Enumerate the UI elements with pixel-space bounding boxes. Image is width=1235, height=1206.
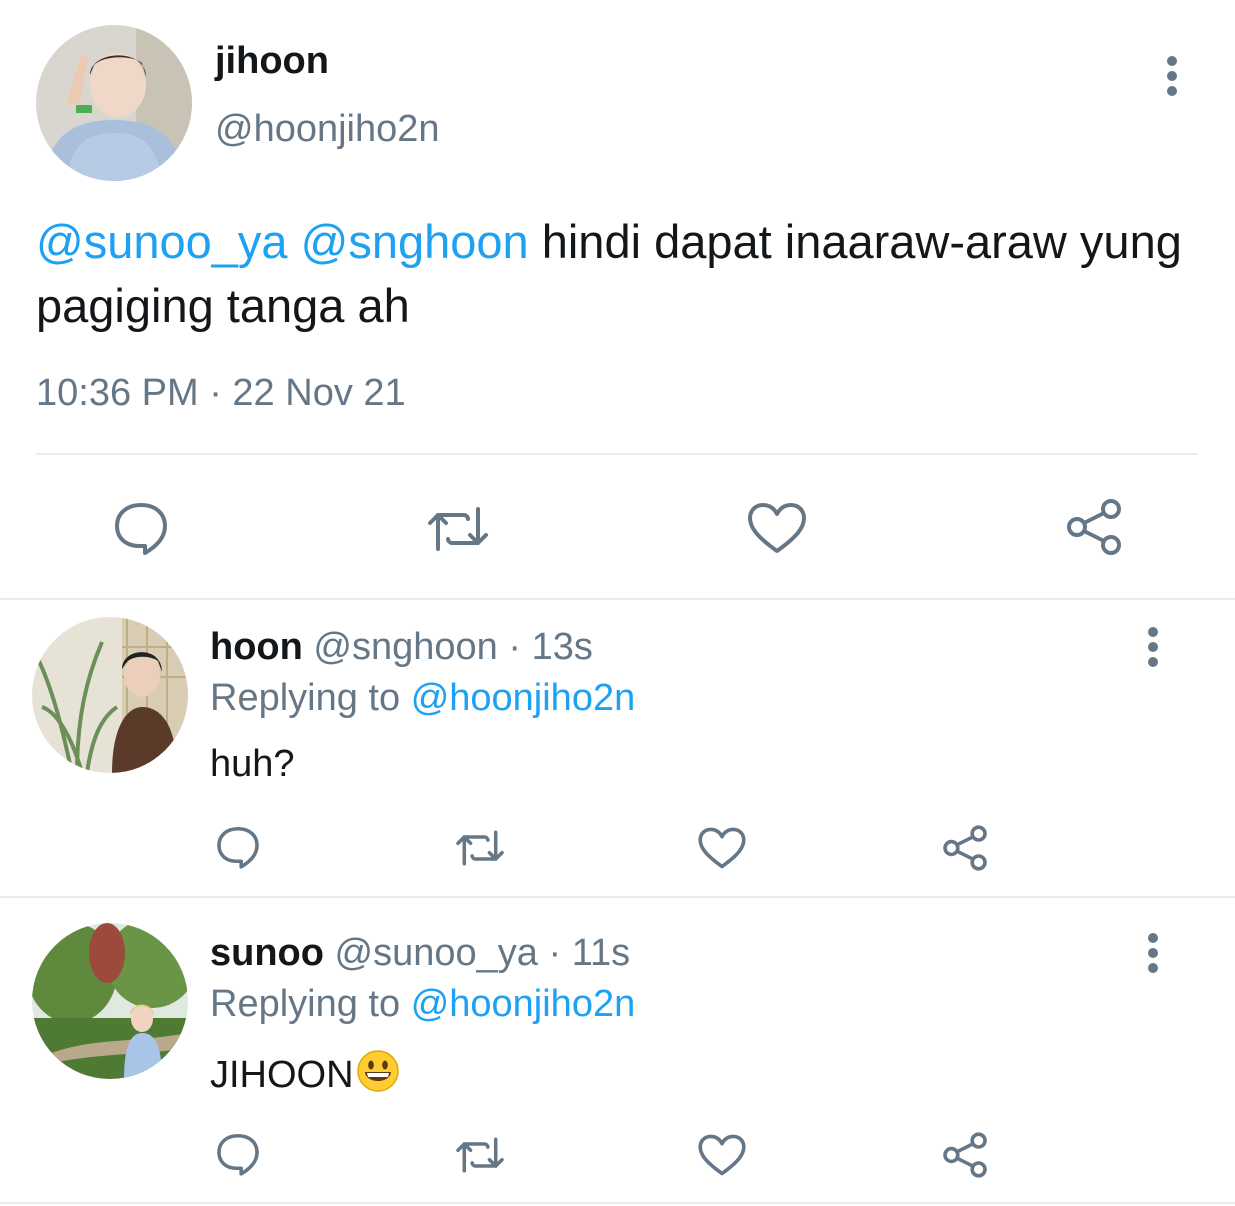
author-name[interactable]: sunoo: [210, 932, 324, 974]
divider: [0, 1202, 1235, 1204]
avatar[interactable]: [32, 617, 188, 773]
reply-text: JIHOON: [210, 1049, 400, 1103]
mention-link[interactable]: @hoonjiho2n: [411, 677, 636, 719]
heart-icon[interactable]: [697, 826, 747, 870]
reply-time[interactable]: · 11s: [549, 932, 631, 974]
share-icon[interactable]: [940, 1130, 990, 1180]
replying-to: Replying to @hoonjiho2n: [210, 983, 635, 1026]
author-handle[interactable]: @hoonjiho2n: [215, 108, 440, 151]
tweet-timestamp[interactable]: 10:36 PM · 22 Nov 21: [36, 372, 406, 415]
author-name[interactable]: hoon: [210, 626, 303, 668]
more-options-icon[interactable]: [1133, 930, 1173, 976]
comment-icon[interactable]: [213, 1130, 263, 1178]
reply-body: JIHOON: [210, 1054, 354, 1096]
more-options-icon[interactable]: [1152, 52, 1192, 100]
mention-link[interactable]: @snghoon: [301, 215, 529, 268]
replying-label: Replying to: [210, 983, 401, 1025]
avatar[interactable]: [32, 923, 188, 1079]
reply-text: huh?: [210, 743, 295, 785]
mention-link[interactable]: @hoonjiho2n: [411, 983, 636, 1025]
retweet-icon[interactable]: [451, 826, 509, 870]
share-icon[interactable]: [1062, 496, 1126, 558]
retweet-icon[interactable]: [451, 1133, 509, 1177]
author-handle[interactable]: @sunoo_ya: [335, 932, 538, 974]
replying-to: Replying to @hoonjiho2n: [210, 677, 635, 720]
divider: [0, 896, 1235, 898]
author-name[interactable]: jihoon: [215, 40, 329, 83]
reply-header: hoon @snghoon · 13s: [210, 626, 593, 669]
comment-icon[interactable]: [108, 498, 174, 558]
heart-icon[interactable]: [697, 1133, 747, 1177]
mention-link[interactable]: @sunoo_ya: [36, 215, 288, 268]
divider: [0, 598, 1235, 600]
avatar[interactable]: [36, 25, 192, 181]
divider: [36, 453, 1198, 455]
comment-icon[interactable]: [213, 823, 263, 871]
reply-time[interactable]: · 13s: [508, 626, 592, 668]
replying-label: Replying to: [210, 677, 401, 719]
share-icon[interactable]: [940, 823, 990, 873]
heart-icon[interactable]: [745, 500, 809, 556]
retweet-icon[interactable]: [422, 500, 494, 558]
more-options-icon[interactable]: [1133, 624, 1173, 670]
reply-header: sunoo @sunoo_ya · 11s: [210, 932, 630, 975]
grinning-face-emoji: [356, 1049, 400, 1103]
tweet-text: @sunoo_ya @snghoon hindi dapat inaaraw-a…: [36, 210, 1196, 338]
author-handle[interactable]: @snghoon: [313, 626, 497, 668]
